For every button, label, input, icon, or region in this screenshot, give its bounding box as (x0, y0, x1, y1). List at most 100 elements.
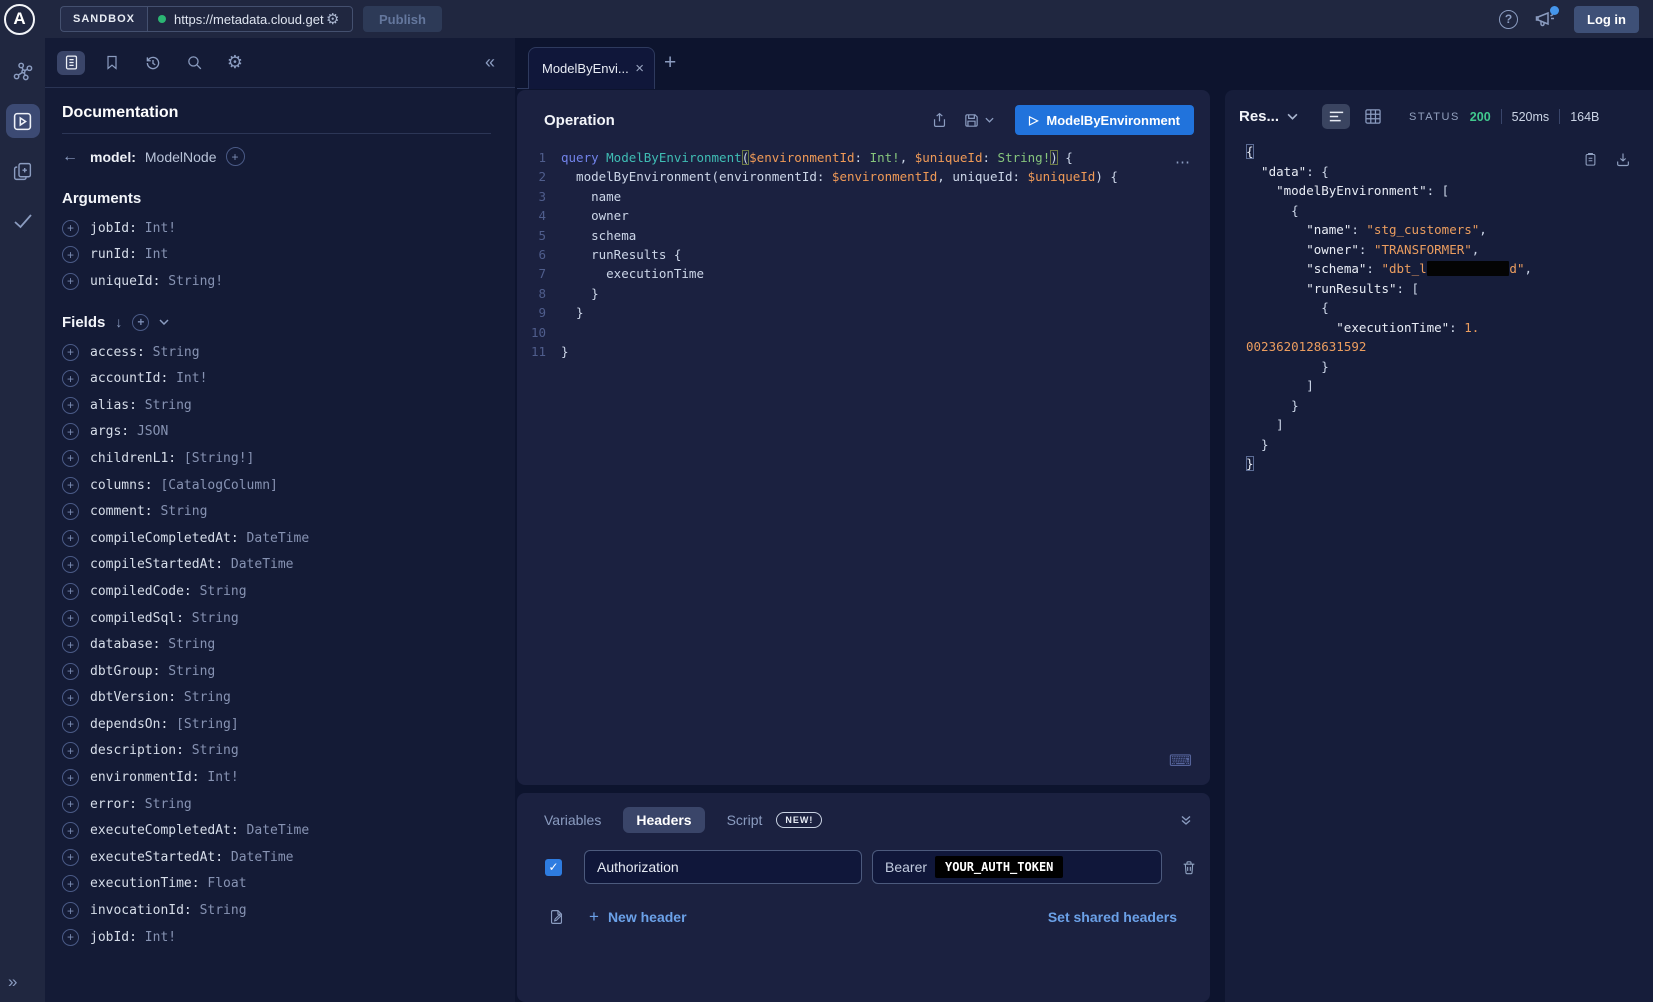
field-name[interactable]: childrenL1: [String!] (90, 451, 254, 466)
add-field-to-query-button[interactable]: + (62, 246, 79, 263)
tab-variables[interactable]: Variables (544, 812, 601, 828)
header-key-input[interactable]: Authorization (584, 850, 862, 884)
field-name[interactable]: compiledCode: String (90, 584, 247, 599)
field-name[interactable]: access: String (90, 345, 200, 360)
explorer-icon[interactable] (6, 104, 40, 138)
add-field-to-query-button[interactable]: + (62, 503, 79, 520)
field-type[interactable]: DateTime (247, 823, 310, 838)
field-type[interactable]: JSON (137, 424, 168, 439)
add-field-to-query-button[interactable]: + (62, 875, 79, 892)
field-name[interactable]: error: String (90, 797, 192, 812)
save-operation-icon[interactable] (963, 112, 980, 129)
field-type[interactable]: String (153, 345, 200, 360)
share-operation-icon[interactable] (931, 111, 948, 129)
add-field-to-query-button[interactable]: + (62, 370, 79, 387)
add-field-to-query-button[interactable]: + (62, 689, 79, 706)
field-type[interactable]: [String!] (184, 451, 254, 466)
field-type[interactable]: String (168, 637, 215, 652)
field-type[interactable]: String (160, 504, 207, 519)
header-value-input[interactable]: Bearer YOUR_AUTH_TOKEN (872, 850, 1162, 884)
add-field-to-query-button[interactable]: + (62, 583, 79, 600)
field-name[interactable]: executeStartedAt: DateTime (90, 850, 294, 865)
field-type[interactable]: [CatalogColumn] (160, 478, 277, 493)
add-field-to-query-button[interactable]: + (62, 822, 79, 839)
add-field-to-query-button[interactable]: + (62, 663, 79, 680)
add-fields-button[interactable]: + (132, 314, 149, 331)
field-name[interactable]: executeCompletedAt: DateTime (90, 823, 309, 838)
set-shared-headers-link[interactable]: Set shared headers (1048, 909, 1177, 925)
download-response-icon[interactable] (1615, 151, 1631, 168)
response-menu-chevron-icon[interactable] (1287, 113, 1298, 120)
add-field-to-query-button[interactable]: + (62, 742, 79, 759)
editor-menu-icon[interactable]: ⋯ (1175, 153, 1191, 171)
endpoint-url-input[interactable]: https://metadata.cloud.get ⚙ (147, 6, 353, 32)
documentation-tab-icon[interactable] (57, 51, 85, 75)
field-type[interactable]: DateTime (231, 557, 294, 572)
add-all-fields-button[interactable]: + (226, 147, 245, 166)
field-name[interactable]: compileStartedAt: DateTime (90, 557, 294, 572)
field-name[interactable]: dependsOn: [String] (90, 717, 239, 732)
field-name[interactable]: args: JSON (90, 424, 168, 439)
tab-headers[interactable]: Headers (623, 807, 704, 833)
add-field-to-query-button[interactable]: + (62, 423, 79, 440)
field-type[interactable]: String (200, 584, 247, 599)
settings-tab-icon[interactable]: ⚙ (221, 51, 249, 75)
field-name[interactable]: comment: String (90, 504, 207, 519)
field-name[interactable]: accountId: Int! (90, 371, 207, 386)
field-type[interactable]: String (192, 743, 239, 758)
checks-icon[interactable] (6, 204, 40, 238)
field-type[interactable]: String! (168, 274, 223, 289)
close-tab-icon[interactable]: × (635, 60, 644, 77)
field-name[interactable]: dbtGroup: String (90, 664, 215, 679)
field-name[interactable]: compiledSql: String (90, 611, 239, 626)
new-header-button[interactable]: + New header (589, 907, 687, 927)
expand-rail-icon[interactable]: » (8, 972, 17, 992)
field-name[interactable]: compileCompletedAt: DateTime (90, 531, 309, 546)
field-name[interactable]: uniqueId: String! (90, 274, 223, 289)
field-name[interactable]: invocationId: String (90, 903, 247, 918)
field-type[interactable]: Int! (176, 371, 207, 386)
field-type[interactable]: Int! (145, 930, 176, 945)
new-tab-icon[interactable]: + (664, 51, 676, 75)
add-field-to-query-button[interactable]: + (62, 929, 79, 946)
field-type[interactable]: Int! (145, 221, 176, 236)
add-field-to-query-button[interactable]: + (62, 477, 79, 494)
field-name[interactable]: jobId: Int! (90, 221, 176, 236)
field-type[interactable]: String (184, 690, 231, 705)
add-field-to-query-button[interactable]: + (62, 344, 79, 361)
operation-tab[interactable]: ModelByEnvi... × (528, 47, 655, 89)
delete-header-icon[interactable] (1181, 859, 1197, 876)
add-field-to-query-button[interactable]: + (62, 796, 79, 813)
saved-operations-tab-icon[interactable] (98, 51, 126, 75)
field-type[interactable]: Float (207, 876, 246, 891)
history-tab-icon[interactable] (139, 51, 167, 75)
add-field-to-query-button[interactable]: + (62, 450, 79, 467)
add-field-to-query-button[interactable]: + (62, 397, 79, 414)
add-field-to-query-button[interactable]: + (62, 636, 79, 653)
bulk-edit-icon[interactable] (548, 908, 565, 926)
breadcrumb-type[interactable]: ModelNode (145, 149, 217, 165)
help-icon[interactable]: ? (1499, 10, 1518, 29)
sort-fields-icon[interactable]: ↓ (115, 314, 122, 330)
field-type[interactable]: String (192, 611, 239, 626)
field-name[interactable]: dbtVersion: String (90, 690, 231, 705)
keyboard-shortcuts-icon[interactable]: ⌨ (1169, 751, 1192, 771)
login-button[interactable]: Log in (1574, 6, 1639, 33)
add-field-to-query-button[interactable]: + (62, 769, 79, 786)
graphql-editor[interactable]: 1query ModelByEnvironment($environmentId… (517, 148, 1210, 361)
table-view-icon[interactable] (1359, 104, 1387, 129)
field-type[interactable]: DateTime (247, 531, 310, 546)
field-name[interactable]: columns: [CatalogColumn] (90, 478, 278, 493)
copy-response-icon[interactable] (1583, 151, 1598, 168)
field-type[interactable]: String (145, 398, 192, 413)
json-view-icon[interactable] (1322, 104, 1350, 129)
field-name[interactable]: jobId: Int! (90, 930, 176, 945)
apollo-logo-icon[interactable]: A (4, 4, 35, 35)
field-type[interactable]: [String] (176, 717, 239, 732)
endpoint-settings-icon[interactable]: ⚙ (326, 12, 339, 27)
field-type[interactable]: Int! (207, 770, 238, 785)
add-field-to-query-button[interactable]: + (62, 610, 79, 627)
publish-button[interactable]: Publish (363, 6, 442, 32)
field-name[interactable]: executionTime: Float (90, 876, 247, 891)
field-name[interactable]: runId: Int (90, 247, 168, 262)
